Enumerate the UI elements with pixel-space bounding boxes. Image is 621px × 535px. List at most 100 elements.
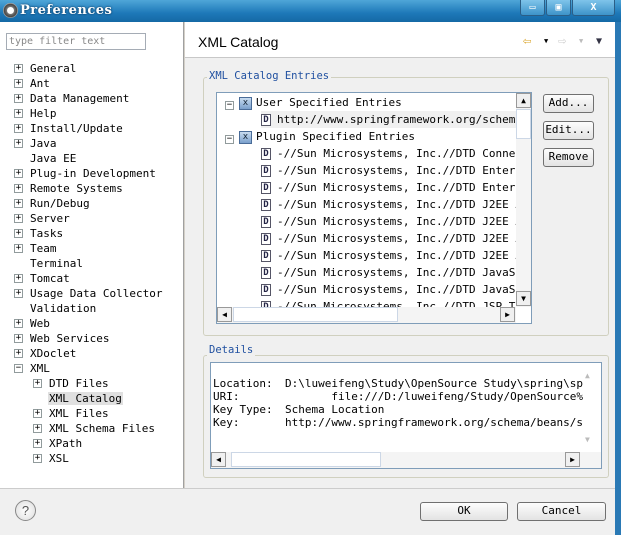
expand-toggle-icon[interactable]: + — [33, 439, 42, 448]
expand-toggle-icon[interactable]: + — [14, 124, 23, 133]
minimize-button[interactable]: ▭ — [520, 0, 545, 16]
nav-item[interactable]: + Data Management — [14, 91, 129, 106]
nav-item[interactable]: + DTD Files — [33, 376, 110, 391]
catalog-entry-row[interactable]: D -//Sun Microsystems, Inc.//DTD Enterpri… — [261, 179, 517, 196]
scroll-up-button[interactable]: ▲ — [516, 93, 531, 108]
nav-item[interactable]: + Tasks — [14, 226, 63, 241]
expand-toggle-icon[interactable]: + — [14, 289, 23, 298]
expand-toggle-icon[interactable]: + — [14, 94, 23, 103]
cancel-button[interactable]: Cancel — [517, 502, 606, 521]
edit-button[interactable]: Edit... — [543, 121, 594, 140]
expand-toggle-icon[interactable]: + — [14, 229, 23, 238]
expand-toggle-icon[interactable]: + — [14, 334, 23, 343]
horizontal-scrollbar[interactable]: ◀ ▶ — [217, 307, 516, 323]
horizontal-scrollbar[interactable]: ◀ ▶ — [211, 452, 601, 468]
scroll-thumb[interactable] — [231, 452, 381, 467]
nav-item[interactable]: + Web — [14, 316, 50, 331]
nav-item[interactable]: + XPath — [33, 436, 83, 451]
nav-item[interactable]: + Run/Debug — [14, 196, 90, 211]
nav-item[interactable]: + Web Services — [14, 331, 109, 346]
catalog-tree[interactable]: − x User Specified Entries Dhttp://www.spri… — [216, 92, 532, 324]
expand-toggle-icon[interactable]: + — [14, 214, 23, 223]
expand-toggle-icon[interactable]: + — [14, 349, 23, 358]
nav-item[interactable]: + Tomcat — [14, 271, 70, 286]
nav-item[interactable]: + Help — [14, 106, 57, 121]
expand-toggle-icon[interactable]: + — [14, 79, 23, 88]
nav-item[interactable]: Terminal — [14, 256, 83, 271]
nav-item[interactable]: + XDoclet — [14, 346, 76, 361]
catalog-entry-row[interactable]: D -//Sun Microsystems, Inc.//DTD J2EE App… — [261, 213, 517, 230]
catalog-entry-row[interactable]: D -//Sun Microsystems, Inc.//DTD JavaServ — [261, 264, 517, 281]
details-text[interactable]: Location: D:\luweifeng\Study\OpenSource S… — [210, 362, 602, 469]
nav-item[interactable]: − XML — [14, 361, 50, 376]
nav-item[interactable]: Validation — [14, 301, 96, 316]
expand-toggle-icon[interactable]: + — [14, 184, 23, 193]
expand-toggle-icon[interactable]: + — [14, 274, 23, 283]
expand-toggle-icon[interactable]: + — [33, 379, 42, 388]
catalog-entry-row[interactable]: D -//Sun Microsystems, Inc.//DTD Enterpri… — [261, 162, 517, 179]
dtd-file-icon: D — [261, 267, 271, 279]
vertical-scrollbar[interactable]: ▲ ▼ — [516, 93, 531, 307]
close-button[interactable]: X — [572, 0, 615, 16]
back-menu-chevron-icon[interactable]: ▼ — [544, 37, 548, 45]
nav-item[interactable]: + Server — [14, 211, 70, 226]
expand-toggle-icon[interactable]: + — [33, 409, 42, 418]
catalog-entry-row[interactable]: D -//Sun Microsystems, Inc.//DTD J2EE App… — [261, 196, 517, 213]
scroll-thumb[interactable] — [233, 307, 398, 322]
collapse-toggle-icon[interactable]: − — [225, 101, 234, 110]
expand-toggle-icon[interactable]: + — [14, 199, 23, 208]
nav-item[interactable]: XML Catalog — [33, 391, 123, 406]
forward-arrow-icon[interactable]: ⇨ — [558, 33, 566, 49]
nav-item[interactable]: + XML Files — [33, 406, 110, 421]
filter-input[interactable]: type filter text — [6, 33, 146, 50]
nav-item[interactable]: + Remote Systems — [14, 181, 123, 196]
expand-toggle-icon[interactable]: + — [14, 319, 23, 328]
expand-toggle-icon[interactable]: − — [14, 364, 23, 373]
nav-item[interactable]: + General — [14, 61, 76, 76]
scroll-up-button[interactable]: ▲ — [585, 371, 590, 380]
expand-toggle-icon[interactable]: + — [14, 244, 23, 253]
collapse-toggle-icon[interactable]: − — [225, 135, 234, 144]
catalog-entry-row[interactable]: D -//Sun Microsystems, Inc.//DTD J2EE App… — [261, 247, 517, 264]
expand-toggle-icon[interactable]: + — [14, 109, 23, 118]
scroll-right-button[interactable]: ▶ — [565, 452, 580, 467]
nav-item[interactable]: + XSL — [33, 451, 70, 466]
nav-item[interactable]: + XML Schema Files — [33, 421, 156, 436]
catalog-entry-row[interactable]: D -//Sun Microsystems, Inc.//DTD J2EE App… — [261, 230, 517, 247]
catalog-entry-row[interactable]: D -//Sun Microsystems, Inc.//DTD JSP Tag … — [261, 298, 517, 307]
catalog-entry-row[interactable]: D -//Sun Microsystems, Inc.//DTD Connecto… — [261, 145, 517, 162]
view-menu-icon[interactable]: ▼ — [596, 36, 602, 47]
sash[interactable] — [183, 22, 185, 488]
catalog-entry-row[interactable]: D -//Sun Microsystems, Inc.//DTD JavaServ — [261, 281, 517, 298]
remove-button[interactable]: Remove — [543, 148, 594, 167]
expand-toggle-icon[interactable]: + — [33, 424, 42, 433]
nav-item[interactable]: + Plug-in Development — [14, 166, 156, 181]
catalog-group-row[interactable]: − x User Specified Entries — [225, 94, 402, 111]
nav-item[interactable]: Java EE — [14, 151, 76, 166]
back-arrow-icon[interactable]: ⇦ — [523, 33, 531, 49]
nav-item[interactable]: + Ant — [14, 76, 50, 91]
ok-button[interactable]: OK — [420, 502, 508, 521]
expand-toggle-icon[interactable]: + — [14, 139, 23, 148]
scroll-thumb[interactable] — [516, 109, 531, 139]
catalog-entry-row[interactable]: Dhttp://www.springframework.org/schema/b… — [261, 111, 517, 128]
scroll-right-button[interactable]: ▶ — [500, 307, 515, 322]
scroll-down-button[interactable]: ▼ — [585, 435, 590, 444]
expand-toggle-icon[interactable]: + — [14, 64, 23, 73]
scroll-left-button[interactable]: ◀ — [217, 307, 232, 322]
add-button[interactable]: Add... — [543, 94, 594, 113]
expand-toggle-icon[interactable]: + — [33, 454, 42, 463]
nav-item[interactable]: + Team — [14, 241, 57, 256]
help-icon[interactable]: ? — [15, 500, 36, 521]
nav-item-label: Validation — [30, 302, 97, 315]
nav-item[interactable]: + Usage Data Collector — [14, 286, 162, 301]
nav-item[interactable]: + Install/Update — [14, 121, 123, 136]
scroll-down-button[interactable]: ▼ — [516, 291, 531, 306]
catalog-entry-label: -//Sun Microsystems, Inc.//DTD J2EE Appl — [277, 249, 517, 262]
scroll-left-button[interactable]: ◀ — [211, 452, 226, 467]
forward-menu-chevron-icon[interactable]: ▼ — [579, 37, 583, 45]
catalog-group-row[interactable]: − x Plugin Specified Entries — [225, 128, 415, 145]
expand-toggle-icon[interactable]: + — [14, 169, 23, 178]
nav-item[interactable]: + Java — [14, 136, 57, 151]
maximize-button[interactable]: ▣ — [546, 0, 571, 16]
